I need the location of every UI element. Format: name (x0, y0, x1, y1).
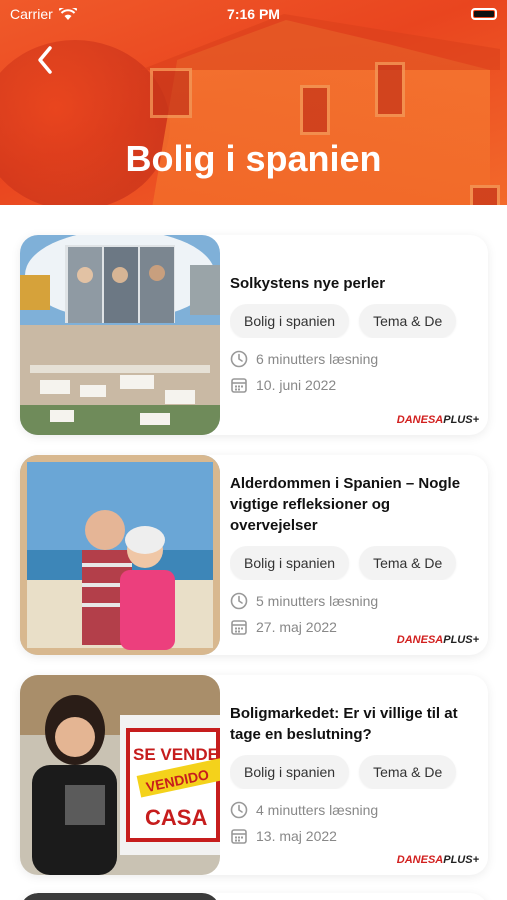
date-row: 10. juni 2022 (230, 376, 478, 394)
calendar-icon (231, 378, 247, 393)
status-bar: Carrier 7:16 PM (0, 0, 507, 28)
window (300, 85, 330, 135)
coastal-village-image (20, 235, 220, 435)
tag-chip[interactable]: Tema & De (359, 304, 457, 338)
calendar-icon (231, 829, 247, 844)
hero-banner: Carrier 7:16 PM Bolig i spanien (0, 0, 507, 205)
tag-chip[interactable]: Bolig i spanien (230, 304, 350, 338)
tag-chip[interactable]: Tema & De (359, 755, 457, 789)
brand-suffix: PLUS+ (443, 634, 479, 646)
brand-suffix: PLUS+ (443, 854, 479, 866)
article-thumbnail (20, 235, 220, 435)
sign-text: SE VENDE (133, 745, 219, 764)
danesa-plus-logo: DANESAPLUS+ (393, 853, 482, 867)
article-card[interactable]: Solkystens nye perler Bolig i spanien Te… (20, 235, 488, 435)
brand-suffix: PLUS+ (443, 414, 479, 426)
read-time-row: 5 minutters læsning (230, 592, 478, 610)
window (150, 68, 192, 118)
clock-icon (230, 801, 248, 819)
tree-silhouette (0, 40, 170, 205)
tag-list: Bolig i spanien Tema & De (230, 546, 478, 580)
tag-chip[interactable]: Tema & De (359, 546, 457, 580)
tag-chip[interactable]: Bolig i spanien (230, 546, 350, 580)
date-row: 13. maj 2022 (230, 827, 478, 845)
calendar-icon (231, 620, 247, 635)
clock-icon (230, 350, 248, 368)
senior-couple-image (20, 455, 220, 655)
article-thumbnail (20, 455, 220, 655)
read-time: 4 minutters læsning (256, 802, 379, 818)
sign-text: CASA (145, 805, 207, 830)
publish-date: 10. juni 2022 (256, 377, 337, 393)
article-title: Boligmarkedet: Er vi villige til at tage… (230, 705, 458, 743)
danesa-plus-logo: DANESAPLUS+ (393, 413, 482, 427)
window (470, 185, 500, 205)
window (375, 62, 405, 117)
read-time: 5 minutters læsning (256, 593, 379, 609)
article-title: Solkystens nye perler (230, 275, 386, 292)
for-sale-sign-image: SE VENDE VENDIDO CASA (20, 675, 220, 875)
clock-icon (230, 592, 248, 610)
publish-date: 13. maj 2022 (256, 828, 337, 844)
article-thumbnail: SE VENDE VENDIDO CASA (20, 675, 220, 875)
publish-date: 27. maj 2022 (256, 619, 337, 635)
brand-name: DANESA (396, 634, 444, 646)
article-thumbnail (20, 893, 220, 900)
read-time: 6 minutters læsning (256, 351, 379, 367)
tag-chip[interactable]: Bolig i spanien (230, 755, 350, 789)
article-card[interactable] (20, 893, 488, 900)
tag-list: Bolig i spanien Tema & De (230, 304, 478, 338)
danesa-plus-logo: DANESAPLUS+ (393, 633, 482, 647)
read-time-row: 4 minutters læsning (230, 801, 478, 819)
article-title: Alderdommen i Spanien – Nogle vigtige re… (230, 475, 461, 534)
page-title: Bolig i spanien (125, 138, 382, 179)
article-card[interactable]: SE VENDE VENDIDO CASA Boligmarkedet: Er … (20, 675, 488, 875)
article-card[interactable]: Alderdommen i Spanien – Nogle vigtige re… (20, 455, 488, 655)
battery-icon (471, 8, 497, 20)
read-time-row: 6 minutters læsning (230, 350, 478, 368)
tag-list: Bolig i spanien Tema & De (230, 755, 478, 789)
back-chevron-icon[interactable] (32, 44, 58, 76)
clock: 7:16 PM (227, 6, 280, 22)
brand-name: DANESA (396, 414, 444, 426)
brand-name: DANESA (396, 854, 444, 866)
